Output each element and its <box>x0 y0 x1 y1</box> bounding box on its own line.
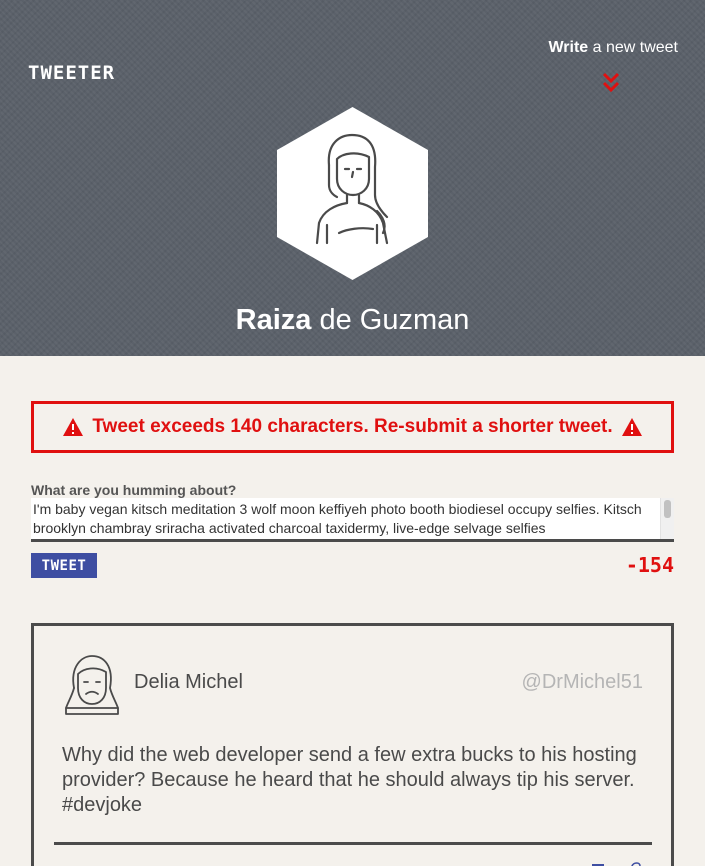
tweet-textarea-wrapper: I'm baby vegan kitsch meditation 3 wolf … <box>31 498 674 542</box>
tweet-card: Delia Michel @DrMichel51 Why did the web… <box>31 623 674 866</box>
tweet-author-handle[interactable]: @DrMichel51 <box>522 671 643 694</box>
warning-icon <box>63 418 84 436</box>
character-counter: -154 <box>625 553 674 577</box>
app-logo[interactable]: TWEETER <box>28 62 115 84</box>
warning-icon <box>621 418 642 436</box>
textarea-scrollbar[interactable] <box>660 498 674 539</box>
profile-avatar <box>277 107 428 280</box>
scrollbar-thumb[interactable] <box>664 500 671 518</box>
avatar-icon <box>65 655 119 715</box>
tweet-actions <box>592 862 641 866</box>
compose-label: What are you humming about? <box>31 482 237 498</box>
error-banner: Tweet exceeds 140 characters. Re-submit … <box>31 401 674 453</box>
profile-last-name: de Guzman <box>311 304 470 336</box>
write-tweet-link[interactable]: Write a new tweet <box>548 39 678 57</box>
tweet-text: Why did the web developer send a few ext… <box>62 744 637 816</box>
tweet-author-name: Delia Michel <box>134 671 243 693</box>
tweet-textarea[interactable]: I'm baby vegan kitsch meditation 3 wolf … <box>31 498 657 539</box>
write-tweet-link-bold: Write <box>548 39 589 56</box>
chevron-down-double-icon[interactable] <box>601 72 621 94</box>
profile-name: Raiza de Guzman <box>0 304 705 337</box>
tweet-divider <box>54 842 652 845</box>
write-tweet-link-rest: a new tweet <box>588 39 678 56</box>
error-message: Tweet exceeds 140 characters. Re-submit … <box>92 416 613 437</box>
profile-header: TWEETER Write a new tweet Raiza de Guzma… <box>0 0 705 356</box>
tweet-submit-button[interactable]: TWEET <box>31 553 97 578</box>
profile-first-name: Raiza <box>235 304 312 336</box>
